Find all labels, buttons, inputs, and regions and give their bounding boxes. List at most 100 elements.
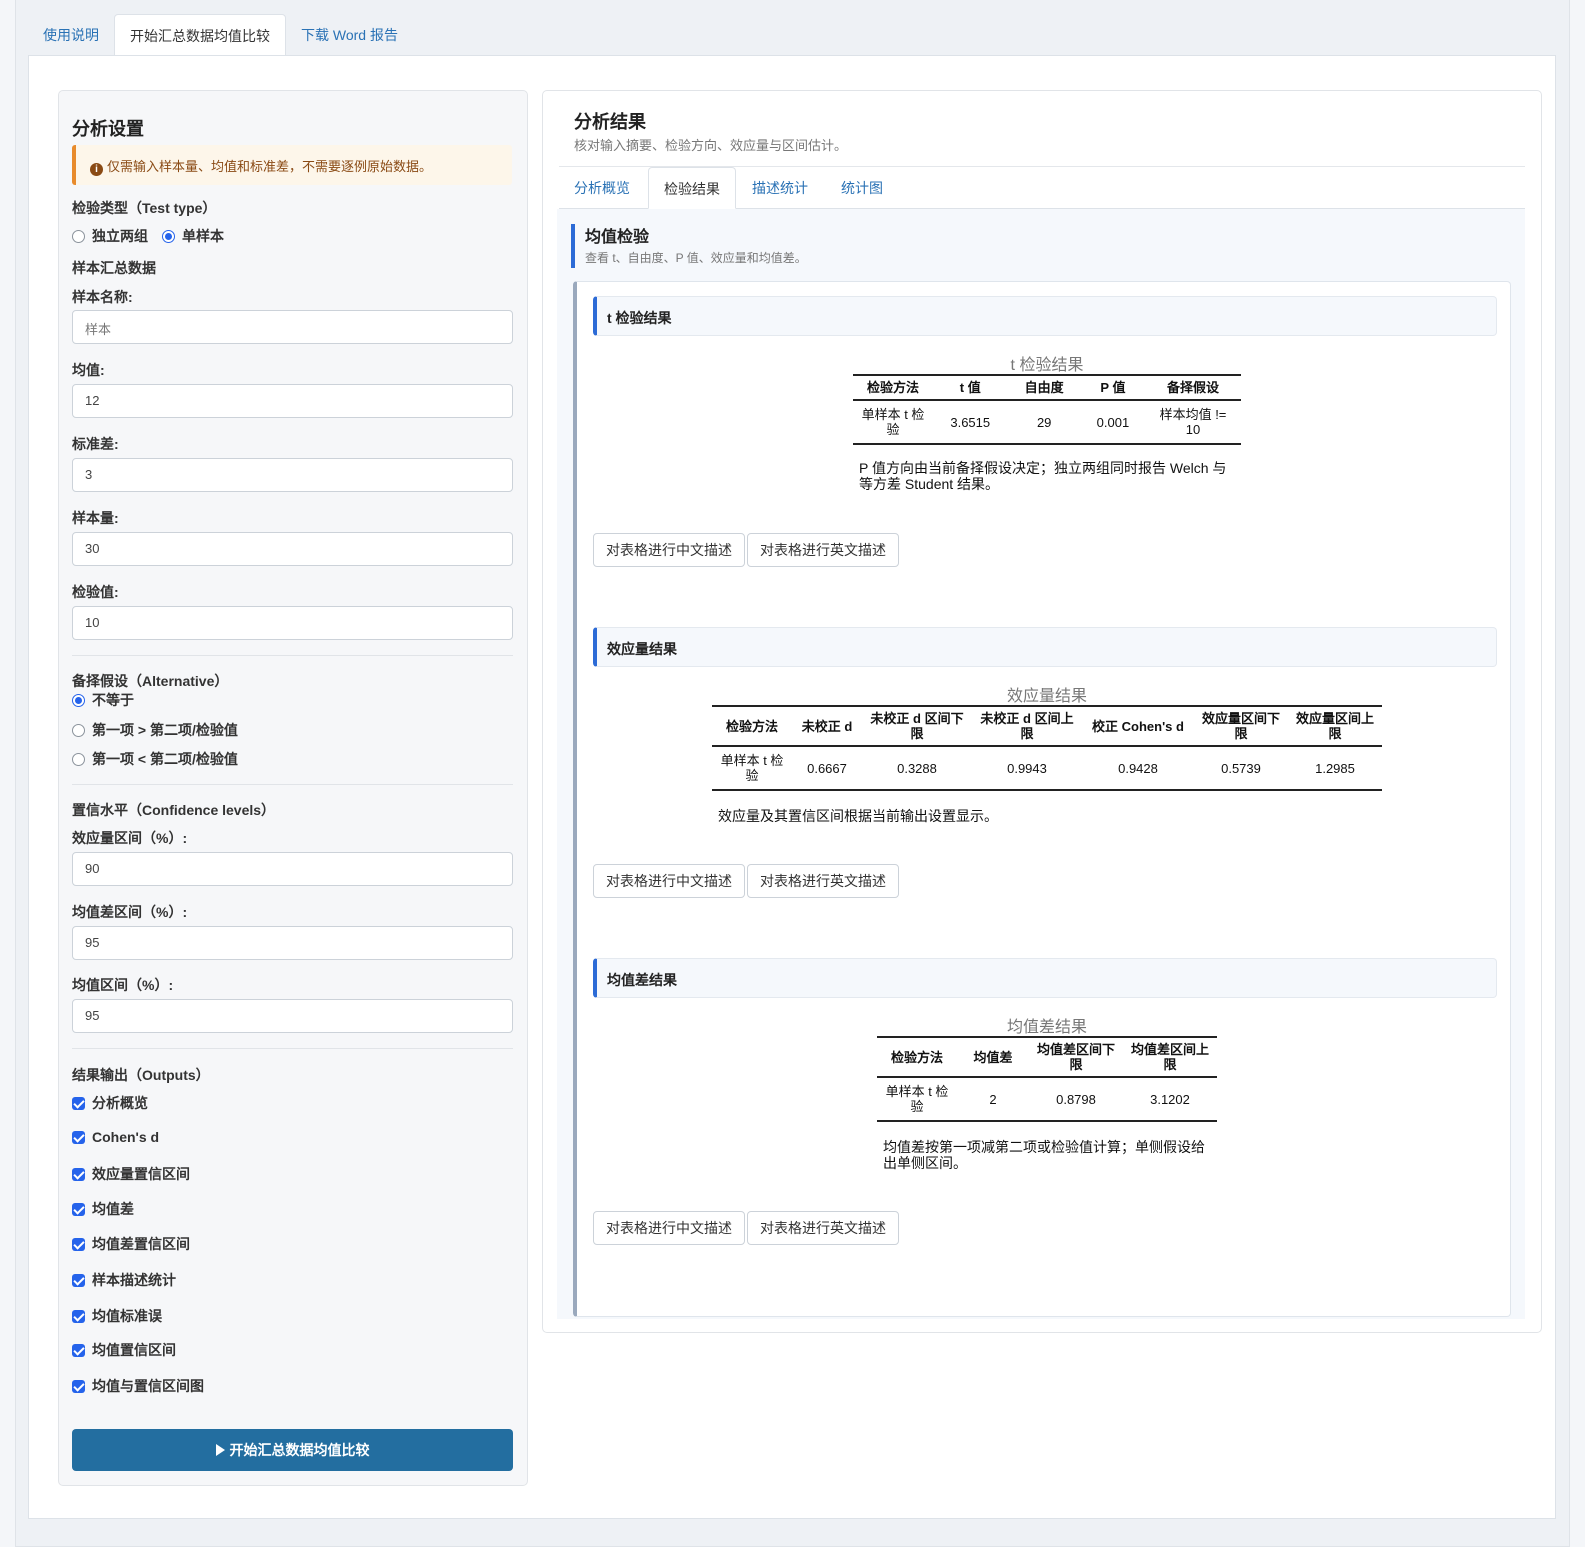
column-header: 自由度	[1007, 374, 1081, 401]
mean-input[interactable]: 12	[72, 384, 513, 418]
sd-label: 标准差:	[72, 436, 119, 452]
table-cell: 0.001	[1080, 400, 1145, 445]
output-sem[interactable]: 均值标准误	[72, 1306, 162, 1326]
output-label: 均值差置信区间	[92, 1236, 190, 1252]
tab-start-comparison[interactable]: 开始汇总数据均值比较	[114, 14, 286, 56]
table-row: 单样本 t 检验 2 0.8798 3.1202	[877, 1077, 1217, 1122]
sd-input[interactable]: 3	[72, 458, 513, 492]
table-cell: 样本均值 != 10	[1145, 400, 1241, 445]
mean-ci-input[interactable]: 95	[72, 999, 513, 1033]
checkbox-mean-ci[interactable]	[72, 1343, 85, 1357]
sample-name-input[interactable]: 样本	[72, 310, 513, 344]
radio-lt[interactable]	[72, 752, 85, 766]
checkbox-sem[interactable]	[72, 1309, 85, 1323]
radio-neq[interactable]	[72, 693, 85, 707]
output-cohens-d[interactable]: Cohen's d	[72, 1129, 159, 1145]
radio-independent-label: 独立两组	[92, 228, 148, 244]
effect-header: 效应量结果	[593, 627, 1497, 667]
alert-text: 仅需输入样本量、均值和标准差，不需要逐例原始数据。	[107, 159, 433, 174]
column-header: 均值差区间上限	[1123, 1036, 1217, 1078]
output-overview[interactable]: 分析概览	[72, 1093, 148, 1113]
column-header: 检验方法	[877, 1036, 957, 1078]
confidence-label: 置信水平（Confidence levels）	[72, 802, 276, 818]
output-mean-ci-plot[interactable]: 均值与置信区间图	[72, 1376, 204, 1396]
radio-gt[interactable]	[72, 723, 85, 737]
column-header: P 值	[1080, 374, 1145, 401]
table-cell: 单样本 t 检验	[877, 1077, 957, 1122]
checkbox-mean-diff-ci[interactable]	[72, 1237, 85, 1251]
section-title: 均值检验	[585, 229, 650, 246]
radio-one-sample[interactable]	[162, 229, 175, 243]
radio-lt-label: 第一项 < 第二项/检验值	[92, 751, 238, 767]
describe-cn-button[interactable]: 对表格进行中文描述	[593, 864, 745, 898]
output-mean-ci[interactable]: 均值置信区间	[72, 1340, 176, 1360]
test-value-input[interactable]: 10	[72, 606, 513, 640]
checkbox-cohens-d[interactable]	[72, 1130, 85, 1144]
test-type-label: 检验类型（Test type）	[72, 200, 217, 216]
checkbox-mean-ci-plot[interactable]	[72, 1379, 85, 1393]
run-analysis-button[interactable]: 开始汇总数据均值比较	[72, 1429, 513, 1471]
table-cell: 0.3288	[862, 746, 972, 791]
t-test-note: P 值方向由当前备择假设决定；独立两组同时报告 Welch 与等方差 Stude…	[859, 460, 1227, 492]
tab-test-results[interactable]: 检验结果	[648, 167, 736, 209]
meandiff-table: 检验方法 均值差 均值差区间下限 均值差区间上限 单样本 t 检验 2 0.87…	[877, 1036, 1217, 1122]
table-header-row: 检验方法 t 值 自由度 P 值 备择假设	[853, 374, 1241, 401]
t-test-table: 检验方法 t 值 自由度 P 值 备择假设 单样本 t 检验 3.6515 29…	[853, 374, 1241, 445]
tab-download-word[interactable]: 下载 Word 报告	[286, 14, 413, 56]
run-button-label: 开始汇总数据均值比较	[229, 1442, 370, 1458]
radio-neq-label: 不等于	[92, 692, 134, 708]
output-label: 均值置信区间	[92, 1342, 176, 1358]
describe-cn-button[interactable]: 对表格进行中文描述	[593, 533, 745, 567]
checkbox-effect-ci[interactable]	[72, 1167, 85, 1181]
effect-ci-input[interactable]: 90	[72, 852, 513, 886]
top-tabs: 使用说明 开始汇总数据均值比较 下载 Word 报告	[28, 14, 413, 56]
output-descriptives[interactable]: 样本描述统计	[72, 1270, 176, 1290]
radio-independent[interactable]	[72, 229, 85, 243]
column-header: t 值	[933, 374, 1008, 401]
checkbox-mean-diff[interactable]	[72, 1202, 85, 1216]
describe-cn-button[interactable]: 对表格进行中文描述	[593, 1211, 745, 1245]
effect-table: 检验方法 未校正 d 未校正 d 区间下限 未校正 d 区间上限 校正 Cohe…	[712, 705, 1382, 791]
summary-data-label: 样本汇总数据	[72, 260, 156, 276]
t-test-header: t 检验结果	[593, 296, 1497, 336]
column-header: 未校正 d 区间下限	[862, 705, 972, 747]
column-header: 校正 Cohen's d	[1082, 705, 1194, 747]
checkbox-descriptives[interactable]	[72, 1273, 85, 1287]
section-accent	[571, 224, 575, 268]
table-cell: 29	[1007, 400, 1081, 445]
tab-descriptives[interactable]: 描述统计	[737, 167, 823, 209]
results-card: t 检验结果 t 检验结果 检验方法 t 值 自由度 P 值 备择假设 单样本 …	[573, 281, 1511, 1317]
sample-name-label: 样本名称:	[72, 289, 133, 305]
divider	[72, 1048, 513, 1049]
alternative-option-lt[interactable]: 第一项 < 第二项/检验值	[72, 749, 238, 769]
column-header: 效应量区间下限	[1194, 705, 1288, 747]
column-header: 未校正 d	[792, 705, 862, 747]
results-title: 分析结果	[574, 112, 646, 132]
settings-title: 分析设置	[72, 119, 144, 139]
table-cell: 1.2985	[1288, 746, 1382, 791]
checkbox-overview[interactable]	[72, 1096, 85, 1110]
n-input[interactable]: 30	[72, 532, 513, 566]
tab-instructions[interactable]: 使用说明	[28, 14, 114, 56]
table-cell: 0.8798	[1029, 1077, 1123, 1122]
alternative-option-gt[interactable]: 第一项 > 第二项/检验值	[72, 720, 238, 740]
alternative-option-neq[interactable]: 不等于	[72, 690, 134, 710]
effect-ci-label: 效应量区间（%）:	[72, 830, 188, 846]
meandiff-ci-input[interactable]: 95	[72, 926, 513, 960]
output-mean-diff[interactable]: 均值差	[72, 1199, 134, 1219]
output-label: 均值标准误	[92, 1308, 162, 1324]
tab-overview[interactable]: 分析概览	[559, 167, 645, 209]
output-mean-diff-ci[interactable]: 均值差置信区间	[72, 1234, 190, 1254]
describe-en-button[interactable]: 对表格进行英文描述	[747, 864, 899, 898]
column-header: 检验方法	[712, 705, 792, 747]
output-label: 分析概览	[92, 1095, 148, 1111]
tab-charts[interactable]: 统计图	[826, 167, 898, 209]
table-row: 单样本 t 检验 3.6515 29 0.001 样本均值 != 10	[853, 400, 1241, 445]
meandiff-table-title: 均值差结果	[1006, 1019, 1087, 1036]
table-row: 单样本 t 检验 0.6667 0.3288 0.9943 0.9428 0.5…	[712, 746, 1382, 791]
describe-en-button[interactable]: 对表格进行英文描述	[747, 533, 899, 567]
describe-en-button[interactable]: 对表格进行英文描述	[747, 1211, 899, 1245]
alternative-label: 备择假设（Alternative）	[72, 673, 229, 689]
column-header: 未校正 d 区间上限	[972, 705, 1082, 747]
output-effect-ci[interactable]: 效应量置信区间	[72, 1164, 190, 1184]
